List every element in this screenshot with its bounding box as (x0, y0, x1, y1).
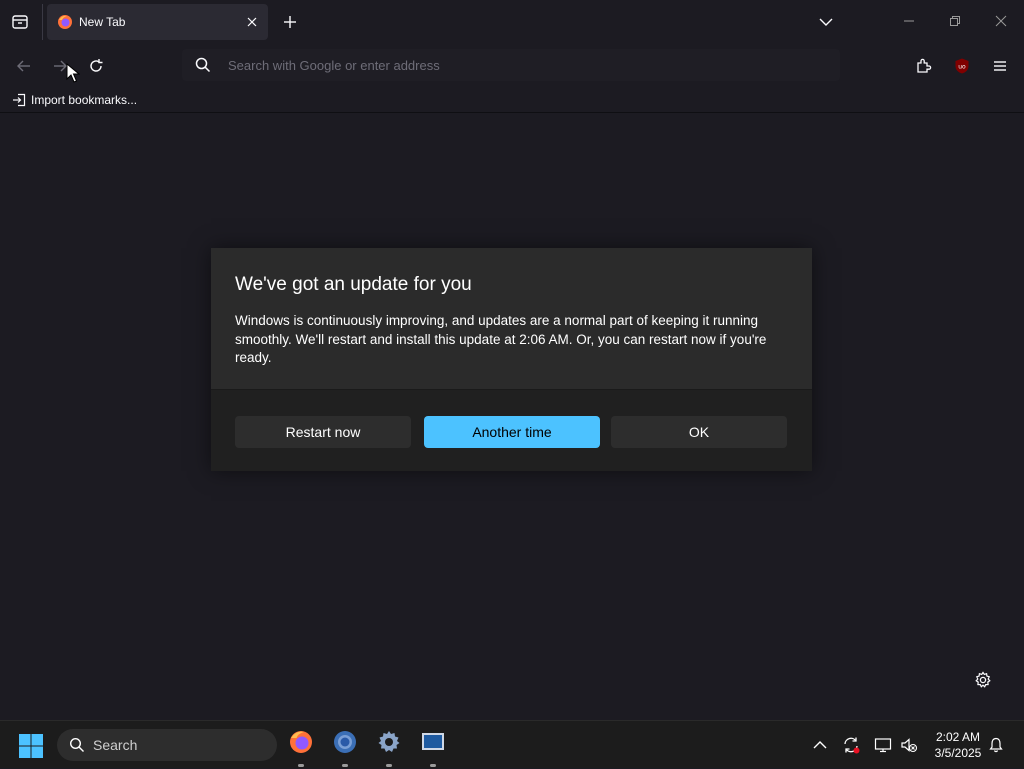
bookmarks-toolbar: Import bookmarks... (0, 86, 1024, 113)
tab-title: New Tab (79, 15, 126, 29)
firefox-icon (290, 731, 312, 753)
taskbar-chrome-button[interactable] (325, 729, 365, 769)
ublock-icon: uo (955, 58, 969, 74)
tray-volume-button[interactable] (899, 735, 919, 755)
navigation-toolbar: uo (0, 44, 1024, 86)
show-hidden-icons-button[interactable] (810, 735, 830, 755)
close-window-button[interactable] (978, 0, 1024, 42)
close-icon (247, 17, 257, 27)
another-time-button[interactable]: Another time (424, 416, 600, 448)
restart-now-button[interactable]: Restart now (235, 416, 411, 448)
tray-update-sync-button[interactable] (841, 735, 861, 755)
search-icon (69, 737, 84, 752)
volume-muted-icon (901, 738, 918, 753)
windows-logo-icon (19, 734, 43, 758)
address-bar[interactable] (182, 49, 840, 81)
restore-icon (950, 16, 960, 26)
tab-list-icon (12, 15, 28, 29)
start-button[interactable] (18, 733, 44, 759)
taskbar-settings-button[interactable] (369, 729, 409, 769)
gear-icon (975, 671, 991, 688)
taskbar-clock[interactable]: 2:02 AM 3/5/2025 (928, 729, 988, 761)
running-indicator (342, 764, 348, 767)
arrow-left-icon (17, 60, 30, 72)
import-bookmarks-label: Import bookmarks... (31, 93, 138, 107)
restore-button[interactable] (932, 0, 978, 42)
running-indicator (430, 764, 436, 767)
puzzle-icon (917, 58, 932, 73)
firefox-favicon-icon (58, 15, 72, 29)
back-button[interactable] (10, 52, 38, 80)
clock-time: 2:02 AM (935, 730, 981, 744)
reload-button[interactable] (82, 52, 110, 80)
import-icon (13, 93, 26, 107)
sync-icon (844, 737, 860, 754)
taskbar-search-box[interactable]: Search (57, 729, 277, 761)
extensions-button[interactable] (910, 52, 938, 80)
list-all-tabs-button[interactable] (814, 10, 838, 34)
customize-new-tab-button[interactable] (972, 669, 994, 691)
taskbar: Search 2:02 AM 3/5/2025 (0, 720, 1024, 768)
app-menu-button[interactable] (986, 52, 1014, 80)
ublock-extension-button[interactable]: uo (948, 52, 976, 80)
taskbar-virtualbox-button[interactable] (413, 729, 453, 769)
tab-new-tab[interactable]: New Tab (47, 4, 268, 40)
ok-button[interactable]: OK (611, 416, 787, 448)
virtualbox-icon (422, 733, 444, 750)
dialog-title: We've got an update for you (235, 274, 472, 295)
svg-text:uo: uo (958, 64, 966, 71)
mouse-cursor-icon (66, 63, 80, 83)
network-monitor-icon (874, 738, 892, 753)
settings-gear-icon (378, 731, 400, 752)
clock-date: 3/5/2025 (934, 746, 982, 760)
tab-list-button[interactable] (6, 8, 34, 36)
dialog-message: Windows is continuously improving, and u… (235, 313, 767, 365)
dialog-content-area: We've got an update for you Windows is c… (211, 248, 812, 390)
new-tab-button[interactable] (278, 10, 302, 34)
hamburger-menu-icon (994, 61, 1006, 71)
bell-icon (989, 737, 1003, 753)
update-dialog: We've got an update for you Windows is c… (211, 248, 812, 471)
chevron-up-icon (813, 741, 827, 749)
reload-icon (90, 59, 103, 72)
address-input[interactable] (226, 56, 786, 74)
minimize-button[interactable] (886, 0, 932, 42)
search-icon (195, 57, 211, 73)
browser-tab-bar: New Tab (0, 0, 1024, 44)
notifications-button[interactable] (986, 735, 1006, 755)
close-icon (995, 15, 1007, 27)
minimize-icon (904, 20, 914, 22)
running-indicator (298, 764, 304, 767)
chevron-down-icon (819, 18, 833, 26)
tab-separator (42, 4, 43, 40)
tab-close-button[interactable] (244, 14, 260, 30)
taskbar-firefox-button[interactable] (281, 729, 321, 769)
import-bookmarks-button[interactable]: Import bookmarks... (12, 90, 137, 110)
taskbar-search-label: Search (93, 737, 138, 753)
tray-network-button[interactable] (873, 735, 893, 755)
running-indicator (386, 764, 392, 767)
plus-icon (284, 16, 296, 28)
chrome-icon (334, 731, 356, 753)
